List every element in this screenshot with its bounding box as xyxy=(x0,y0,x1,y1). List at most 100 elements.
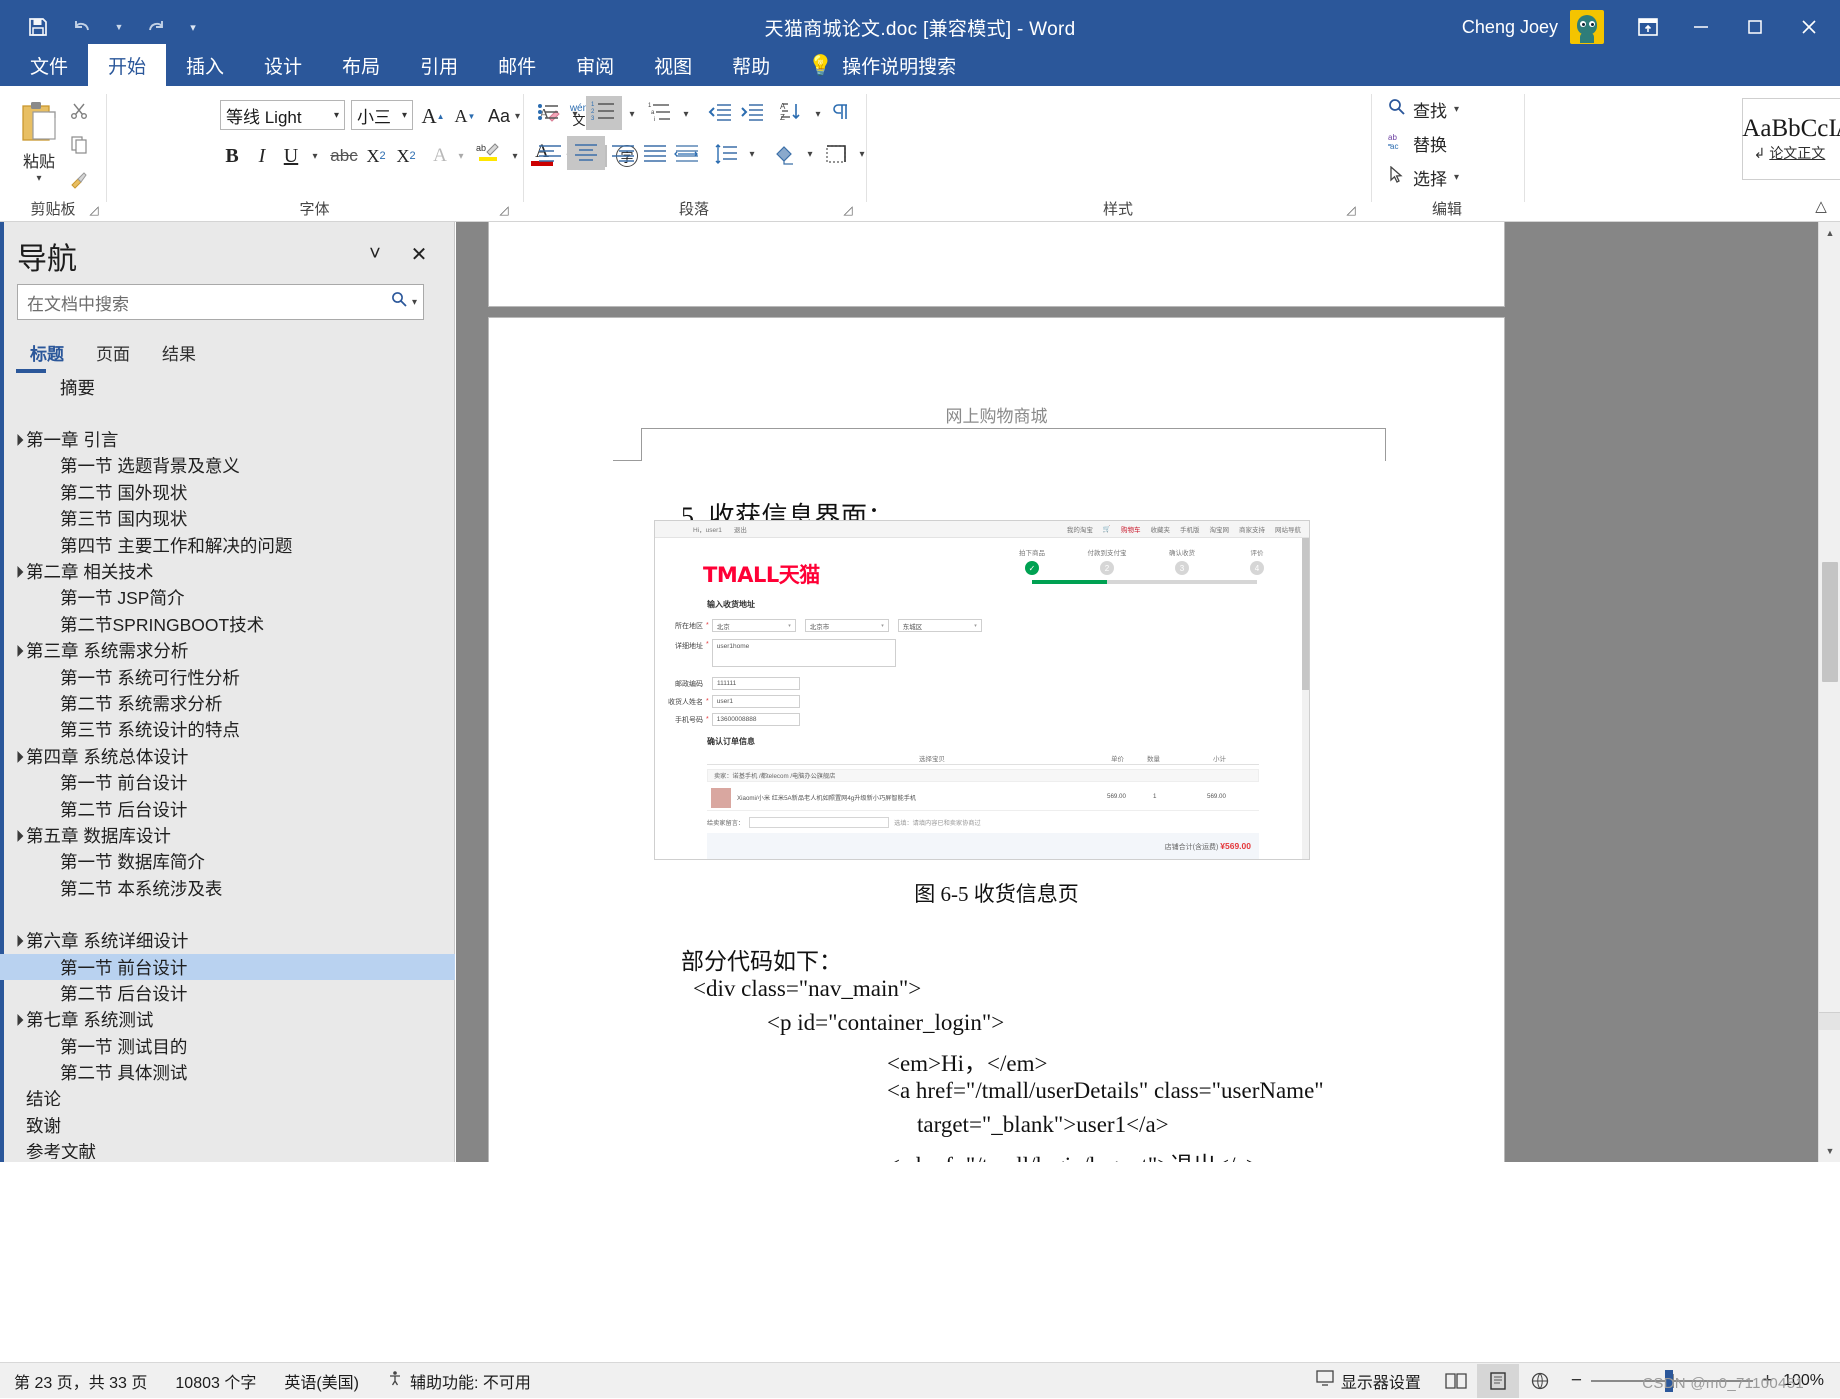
scroll-up-icon[interactable]: ▲ xyxy=(1819,222,1840,244)
nav-pane-options-icon[interactable]: ˅ xyxy=(358,237,392,271)
tab-design[interactable]: 设计 xyxy=(244,44,322,86)
font-dialog-launcher[interactable]: ◿ xyxy=(496,202,512,218)
underline-button[interactable]: U xyxy=(277,140,305,172)
heading-item[interactable]: ◢第三章 系统需求分析 xyxy=(0,638,455,664)
tab-insert[interactable]: 插入 xyxy=(166,44,244,86)
heading-item[interactable]: 致谢 xyxy=(0,1112,455,1138)
tab-file[interactable]: 文件 xyxy=(10,44,88,86)
find-dropdown-icon[interactable]: ▾ xyxy=(1454,104,1459,115)
document-page-current[interactable]: 网上购物商城 5. 收获信息界面： Hi，user1 退出 我的淘宝 🛒 购物车… xyxy=(489,318,1504,1162)
collapse-triangle-icon[interactable]: ◢ xyxy=(6,745,28,767)
select-dropdown-icon[interactable]: ▾ xyxy=(1454,172,1459,183)
collapse-triangle-icon[interactable]: ◢ xyxy=(6,824,28,846)
style-item-0[interactable]: AaBbCcI ↲ 论文正文 xyxy=(1743,99,1836,179)
language-indicator[interactable]: 英语(美国) xyxy=(270,1363,373,1399)
zoom-in-icon[interactable]: + xyxy=(1762,1370,1773,1392)
page-indicator[interactable]: 第 23 页，共 33 页 xyxy=(0,1363,161,1399)
heading-item[interactable]: 第二节 具体测试 xyxy=(0,1059,455,1085)
undo-dropdown-icon[interactable]: ▼ xyxy=(106,8,132,46)
bullets-button[interactable] xyxy=(533,98,565,130)
text-highlight-button[interactable]: ab xyxy=(471,138,505,170)
heading-item[interactable]: 参考文献 xyxy=(0,1139,455,1159)
tab-references[interactable]: 引用 xyxy=(400,44,478,86)
tab-layout[interactable]: 布局 xyxy=(322,44,400,86)
tab-mailings[interactable]: 邮件 xyxy=(478,44,556,86)
heading-item[interactable]: 第二节 国外现状 xyxy=(0,479,455,505)
search-options-icon[interactable]: ▾ xyxy=(412,297,417,308)
multilevel-list-button[interactable]: 1ai xyxy=(644,98,676,130)
sort-button[interactable]: AZ xyxy=(776,98,808,130)
postcode-input[interactable]: 111111 xyxy=(712,677,800,690)
align-center-button[interactable] xyxy=(567,136,605,170)
format-painter-button[interactable] xyxy=(62,166,96,196)
avatar[interactable] xyxy=(1570,10,1604,44)
heading-item[interactable]: ◢第五章 数据库设计 xyxy=(0,822,455,848)
collapse-triangle-icon[interactable]: ◢ xyxy=(6,1009,28,1031)
highlight-dropdown-icon[interactable]: ▾ xyxy=(505,140,525,172)
superscript-button[interactable]: X2 xyxy=(391,140,421,172)
accessibility-indicator[interactable]: 辅助功能: 不可用 xyxy=(373,1363,545,1399)
replace-button[interactable]: abac 替换 xyxy=(1382,128,1453,158)
nav-tab-pages[interactable]: 页面 xyxy=(80,335,146,369)
distribute-button[interactable] xyxy=(670,138,704,170)
heading-item[interactable]: ◢第七章 系统测试 xyxy=(0,1007,455,1033)
read-mode-button[interactable] xyxy=(1435,1364,1477,1398)
zoom-out-icon[interactable]: − xyxy=(1571,1370,1582,1392)
scroll-down-icon[interactable]: ▼ xyxy=(1819,1140,1840,1162)
zoom-slider-handle[interactable] xyxy=(1665,1370,1673,1392)
align-right-button[interactable] xyxy=(606,138,640,170)
heading-item[interactable]: 第二节 后台设计 xyxy=(0,796,455,822)
justify-button[interactable] xyxy=(638,138,672,170)
cut-button[interactable] xyxy=(62,98,96,128)
heading-item[interactable]: 第一节 JSP简介 xyxy=(0,585,455,611)
clipboard-dialog-launcher[interactable]: ◿ xyxy=(86,202,102,218)
heading-item[interactable]: 第一节 测试目的 xyxy=(0,1033,455,1059)
heading-item[interactable]: 第二节 系统需求分析 xyxy=(0,690,455,716)
text-effects-dropdown-icon[interactable]: ▾ xyxy=(451,140,471,172)
chevron-down-icon[interactable]: ▾ xyxy=(402,110,407,121)
numbering-button[interactable]: 123 xyxy=(586,96,622,130)
chevron-down-icon[interactable]: ▾ xyxy=(515,111,520,122)
split-window-handle[interactable] xyxy=(1819,1012,1840,1030)
align-left-button[interactable] xyxy=(533,138,567,170)
heading-item[interactable]: 第一节 数据库简介 xyxy=(0,849,455,875)
display-settings-button[interactable]: 显示器设置 xyxy=(1302,1363,1435,1399)
show-formatting-marks-button[interactable] xyxy=(824,98,856,130)
collapse-triangle-icon[interactable]: ◢ xyxy=(6,930,28,952)
shrink-font-button[interactable]: A▼ xyxy=(450,100,480,132)
heading-item[interactable]: 第三节 系统设计的特点 xyxy=(0,717,455,743)
styles-dialog-launcher[interactable]: ◿ xyxy=(1343,202,1359,218)
paragraph-dialog-launcher[interactable]: ◿ xyxy=(840,202,856,218)
embedded-scrollbar[interactable] xyxy=(1302,538,1309,859)
web-layout-button[interactable] xyxy=(1519,1364,1561,1398)
heading-item[interactable]: 第一节 前台设计 xyxy=(0,769,455,795)
embedded-scrollbar-thumb[interactable] xyxy=(1302,538,1309,690)
heading-item[interactable]: 第二节 本系统涉及表 xyxy=(0,875,455,901)
nav-pane-close-icon[interactable]: ✕ xyxy=(402,237,436,271)
account-name[interactable]: Cheng Joey xyxy=(1462,17,1558,38)
search-icon[interactable] xyxy=(391,291,408,313)
decrease-indent-button[interactable] xyxy=(704,98,736,130)
heading-item[interactable]: 第一节 选题背景及意义 xyxy=(0,453,455,479)
style-item-1[interactable]: AaBbCcI ↲ 文章正文 xyxy=(1836,99,1840,179)
heading-item[interactable]: ◢第一章 引言 xyxy=(0,426,455,452)
tell-me-search[interactable]: 💡 操作说明搜索 xyxy=(790,44,970,86)
tab-view[interactable]: 视图 xyxy=(634,44,712,86)
select-button[interactable]: 选择 ▾ xyxy=(1382,162,1465,192)
heading-item[interactable]: ◢第四章 系统总体设计 xyxy=(0,743,455,769)
font-name-combo[interactable]: 等线 Light ▾ xyxy=(220,100,345,130)
tab-home[interactable]: 开始 xyxy=(88,44,166,86)
recipient-input[interactable]: user1 xyxy=(712,695,800,708)
zoom-level[interactable]: 100% xyxy=(1783,1372,1840,1390)
heading-item[interactable]: 第三节 国内现状 xyxy=(0,506,455,532)
zoom-slider[interactable] xyxy=(1591,1364,1753,1398)
scrollbar-thumb[interactable] xyxy=(1822,562,1838,682)
heading-item[interactable]: 摘要 xyxy=(0,374,455,400)
heading-item[interactable]: 第一节 系统可行性分析 xyxy=(0,664,455,690)
line-spacing-button[interactable] xyxy=(710,138,742,170)
increase-indent-button[interactable] xyxy=(736,98,768,130)
heading-item[interactable]: 第二节SPRINGBOOT技术 xyxy=(0,611,455,637)
grow-font-button[interactable]: A▲ xyxy=(418,100,448,132)
subscript-button[interactable]: X2 xyxy=(361,140,391,172)
region-province-select[interactable]: 北京▾ xyxy=(712,619,796,632)
